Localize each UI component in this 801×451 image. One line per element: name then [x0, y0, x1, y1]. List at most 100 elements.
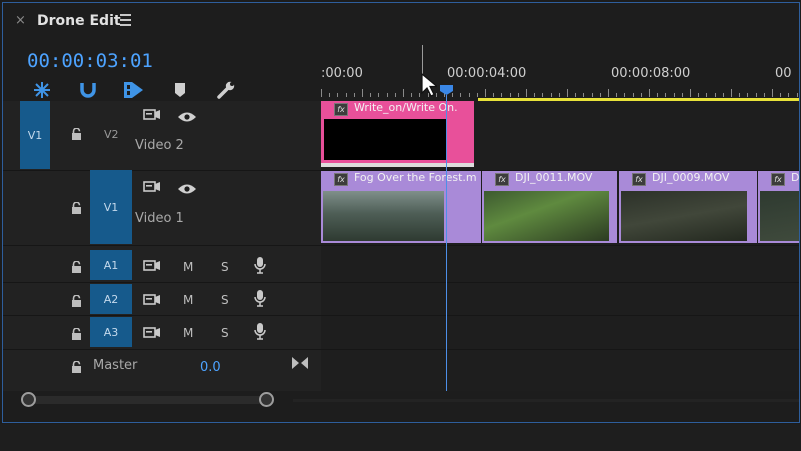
timeline-zoom-scrollbar[interactable] — [23, 396, 273, 404]
clip-thumbnail — [323, 191, 444, 241]
add-marker-icon[interactable] — [169, 79, 191, 101]
ruler-tick — [640, 93, 642, 97]
track-lock-icon[interactable] — [71, 199, 82, 214]
solo-track-button[interactable]: S — [221, 293, 229, 307]
voice-over-record-icon[interactable] — [254, 322, 266, 344]
clip-name: DJI_0009.MOV — [652, 171, 730, 184]
ruler-tick — [526, 89, 527, 97]
ruler-tick — [665, 93, 667, 97]
master-volume-value[interactable]: 0.0 — [200, 360, 221, 375]
toggle-sync-lock-icon[interactable] — [143, 292, 161, 311]
ruler-tick — [403, 89, 404, 97]
toggle-sync-lock-icon[interactable] — [143, 179, 161, 198]
ruler-tick — [567, 89, 568, 97]
ruler-tick — [673, 93, 675, 97]
solo-track-button[interactable]: S — [221, 260, 229, 274]
fx-badge: fx — [334, 173, 348, 186]
ruler-tick — [485, 89, 486, 97]
clip-thumbnail — [621, 191, 747, 241]
track-lock-icon[interactable] — [71, 258, 82, 273]
source-patch-v1[interactable]: V1 — [20, 101, 50, 169]
ruler-tick — [698, 93, 700, 97]
mute-track-button[interactable]: M — [183, 326, 193, 340]
track-divider — [3, 315, 799, 316]
settings-wrench-icon[interactable] — [215, 79, 237, 101]
ruler-tick — [517, 93, 519, 97]
voice-over-record-icon[interactable] — [254, 256, 266, 278]
ruler-tick — [657, 93, 659, 97]
panel-header: × Drone Edit — [3, 3, 799, 39]
track-lock-icon[interactable] — [71, 325, 82, 340]
ruler-tick — [722, 93, 724, 97]
toggle-track-output-eye-icon[interactable] — [177, 108, 197, 127]
voice-over-record-icon[interactable] — [254, 289, 266, 311]
track-divider — [3, 349, 799, 350]
toggle-sync-lock-icon[interactable] — [143, 325, 161, 344]
track-target-v2[interactable]: V2 — [104, 128, 119, 141]
ruler-tick — [329, 93, 331, 97]
sequence-tab-title[interactable]: Drone Edit — [37, 13, 121, 29]
track-target-a2[interactable]: A2 — [90, 284, 132, 314]
ruler-tick — [386, 93, 388, 97]
clip-thumbnail — [760, 191, 799, 241]
fx-badge: fx — [334, 103, 348, 116]
ruler-tick — [624, 93, 626, 97]
ruler-time-label: :00:00 — [321, 66, 363, 81]
ruler-tick — [632, 93, 634, 97]
go-to-in-out-icon[interactable] — [292, 354, 308, 373]
ruler-tick — [460, 93, 462, 97]
clip-thumbnail — [484, 191, 609, 241]
video-clip[interactable]: fx Fog Over the Forest.m — [321, 171, 481, 243]
track-target-a3[interactable]: A3 — [90, 317, 132, 347]
mute-track-button[interactable]: M — [183, 260, 193, 274]
ruler-tick — [681, 93, 683, 97]
snap-in-timeline-icon[interactable] — [31, 79, 53, 101]
workspace-background — [0, 424, 801, 451]
mute-track-button[interactable]: M — [183, 293, 193, 307]
clip-border — [321, 163, 474, 167]
playhead-line[interactable] — [446, 95, 447, 391]
ruler-tick — [616, 93, 618, 97]
graphics-clip[interactable]: fx Write_on/Write On. — [321, 101, 474, 167]
ruler-tick — [476, 93, 478, 97]
insert-sequence-icon[interactable] — [123, 79, 145, 101]
ruler-tick — [370, 93, 372, 97]
ruler-tick — [714, 93, 716, 97]
ruler-tick — [690, 89, 691, 97]
timeline-panel: × Drone Edit 00:00:03:01 :00:00 00:00:04… — [2, 2, 800, 423]
panel-menu-icon[interactable] — [120, 14, 131, 29]
track-target-a1[interactable]: A1 — [90, 250, 132, 280]
ruler-tick — [345, 93, 347, 97]
linked-selection-icon[interactable] — [77, 79, 99, 101]
ruler-time-label: 00:00:08:00 — [611, 66, 691, 81]
mouse-pointer-icon — [421, 72, 439, 101]
track-target-v1[interactable]: V1 — [90, 170, 132, 244]
video-clip[interactable]: fx DJI_0011.MOV — [482, 171, 617, 243]
ruler-tick — [739, 93, 741, 97]
time-ruler[interactable] — [321, 85, 799, 97]
track-lock-icon[interactable] — [71, 292, 82, 307]
zoom-scroll-right-handle[interactable] — [259, 392, 274, 407]
ruler-tick — [550, 93, 552, 97]
track-lock-icon[interactable] — [71, 125, 82, 140]
horizontal-scroll-track[interactable] — [293, 399, 799, 402]
ruler-tick — [591, 93, 593, 97]
fx-badge: fx — [771, 173, 785, 186]
master-track-label: Master — [93, 358, 138, 373]
playhead-timecode[interactable]: 00:00:03:01 — [27, 50, 153, 72]
close-tab-icon[interactable]: × — [15, 13, 26, 28]
fx-badge: fx — [632, 173, 646, 186]
zoom-scroll-left-handle[interactable] — [21, 392, 36, 407]
track-lock-icon[interactable] — [71, 358, 82, 373]
ruler-time-label: 00:00:04:00 — [447, 66, 527, 81]
clip-name: Fog Over the Forest.m — [354, 171, 477, 184]
clip-thumbnail — [324, 119, 446, 160]
toggle-sync-lock-icon[interactable] — [143, 258, 161, 277]
ruler-tick — [411, 93, 413, 97]
video-clip[interactable]: fx D — [758, 171, 799, 243]
video-clip[interactable]: fx DJI_0009.MOV — [619, 171, 757, 243]
toggle-sync-lock-icon[interactable] — [143, 107, 161, 126]
ruler-tick — [501, 93, 503, 97]
solo-track-button[interactable]: S — [221, 326, 229, 340]
toggle-track-output-eye-icon[interactable] — [177, 180, 197, 199]
